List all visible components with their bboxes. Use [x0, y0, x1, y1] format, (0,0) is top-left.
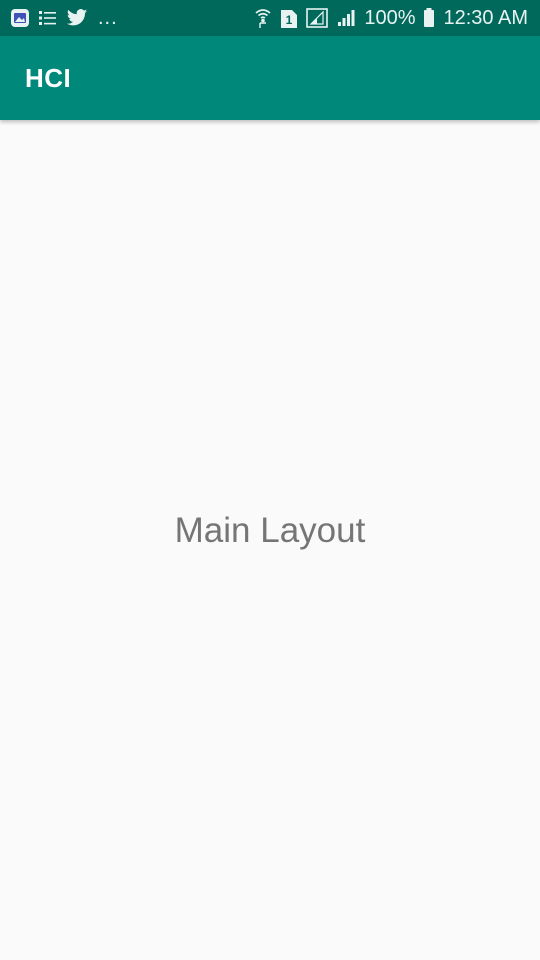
more-notifications-indicator: ...	[98, 6, 118, 29]
battery-icon	[423, 7, 435, 29]
status-bar: ... 1 100% 12:30 AM	[0, 0, 540, 36]
status-system-icons: 1 100% 12:30 AM	[254, 7, 528, 30]
main-content: Main Layout	[0, 120, 540, 960]
signal-strength-icon	[336, 8, 356, 28]
clock: 12:30 AM	[443, 6, 528, 29]
battery-percentage: 100%	[364, 6, 416, 29]
signal-sim1-icon	[306, 7, 329, 29]
gallery-icon	[10, 8, 30, 28]
app-title: HCI	[25, 62, 72, 93]
twitter-icon	[66, 8, 88, 28]
app-bar: HCI	[0, 36, 540, 120]
list-icon	[38, 8, 58, 28]
main-layout-label: Main Layout	[174, 511, 366, 550]
status-notifications: ...	[10, 7, 118, 30]
wifi-calling-icon	[254, 7, 272, 29]
sim-1-icon: 1	[280, 7, 298, 29]
sim-label: 1	[286, 13, 293, 27]
